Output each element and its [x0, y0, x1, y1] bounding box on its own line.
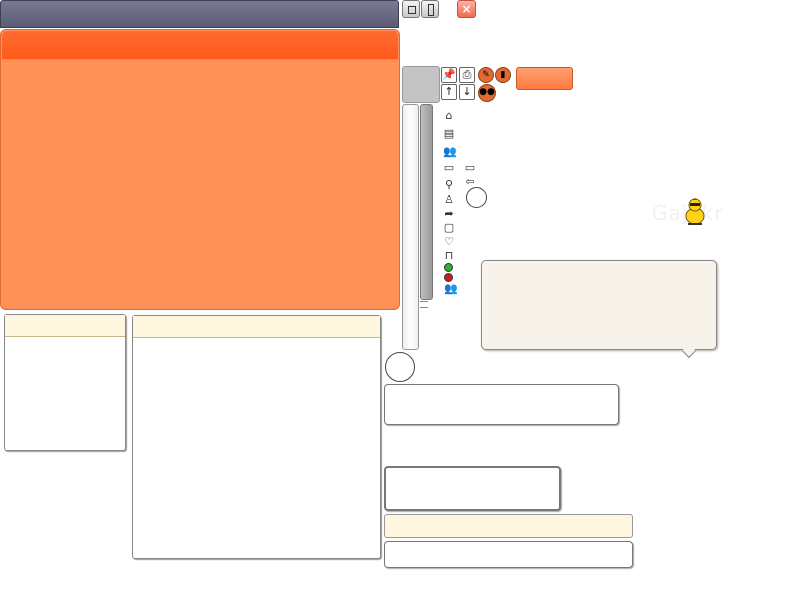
trash-round-button[interactable]: ▮ — [495, 67, 511, 83]
center-list-header — [133, 316, 380, 338]
title-bar[interactable] — [0, 0, 399, 28]
bookmark-icon[interactable]: ⊓ — [441, 249, 457, 263]
close-icon: × — [461, 2, 472, 16]
left-list-box[interactable] — [4, 314, 126, 451]
orange-action-button[interactable] — [516, 67, 573, 90]
trash-icon: ▮ — [500, 70, 506, 80]
arrow-up-icon: ↑ — [444, 85, 454, 98]
up-button[interactable]: ↑ — [441, 84, 457, 100]
home-icon[interactable]: ⌂ — [441, 109, 457, 123]
map-icon[interactable]: ▤ — [441, 127, 457, 141]
green-status-icon[interactable] — [444, 263, 453, 272]
chat-icon[interactable]: ▭ — [441, 161, 457, 175]
footer-box[interactable] — [384, 541, 633, 568]
minimize-icon — [408, 6, 416, 14]
forward-arrow-icon[interactable]: ➦ — [441, 207, 457, 221]
chat-icon-alt[interactable]: ▭ — [462, 161, 478, 175]
scrollbar-thumb[interactable] — [420, 104, 433, 300]
users-icon[interactable]: 👥 — [441, 145, 459, 159]
arrow-down-icon: ↓ — [462, 85, 472, 98]
input-box[interactable] — [384, 466, 561, 511]
preview-square — [402, 66, 440, 103]
status-circle[interactable] — [466, 187, 487, 208]
vertical-scrollbar[interactable] — [402, 104, 419, 350]
speech-icon[interactable]: ▢ — [441, 221, 457, 235]
close-button[interactable]: × — [457, 0, 476, 18]
center-list-box[interactable] — [132, 315, 381, 559]
maximize-icon — [428, 4, 434, 16]
red-status-icon[interactable] — [444, 273, 453, 282]
speech-bubble — [481, 260, 717, 350]
heart-icon[interactable]: ♡ — [441, 235, 457, 249]
pin-round-button[interactable]: ✎ — [478, 67, 494, 83]
down-button[interactable]: ↓ — [459, 84, 475, 100]
pin-round-icon: ✎ — [482, 70, 490, 80]
text-box[interactable] — [384, 384, 619, 425]
maximize-button[interactable] — [421, 0, 439, 18]
people-icon: ●● — [479, 87, 495, 97]
print-button[interactable]: ⎙ — [459, 67, 475, 83]
minimize-button[interactable] — [402, 0, 420, 18]
header-bar — [384, 514, 633, 538]
main-panel — [0, 29, 400, 310]
resize-grip[interactable] — [420, 301, 428, 308]
pin-icon: 📌 — [442, 68, 456, 81]
pin-button[interactable]: 📌 — [441, 67, 457, 83]
people-round-button[interactable]: ●● — [478, 84, 496, 102]
large-circle-button[interactable] — [385, 352, 415, 382]
panel-header — [2, 31, 398, 60]
user-icon[interactable]: ♙ — [441, 193, 457, 207]
search-icon[interactable]: ⚲ — [441, 178, 457, 192]
duck-mascot-icon — [685, 198, 705, 225]
print-icon: ⎙ — [462, 68, 472, 81]
left-list-header — [5, 315, 125, 337]
contacts-icon[interactable]: 👥 — [441, 282, 461, 296]
